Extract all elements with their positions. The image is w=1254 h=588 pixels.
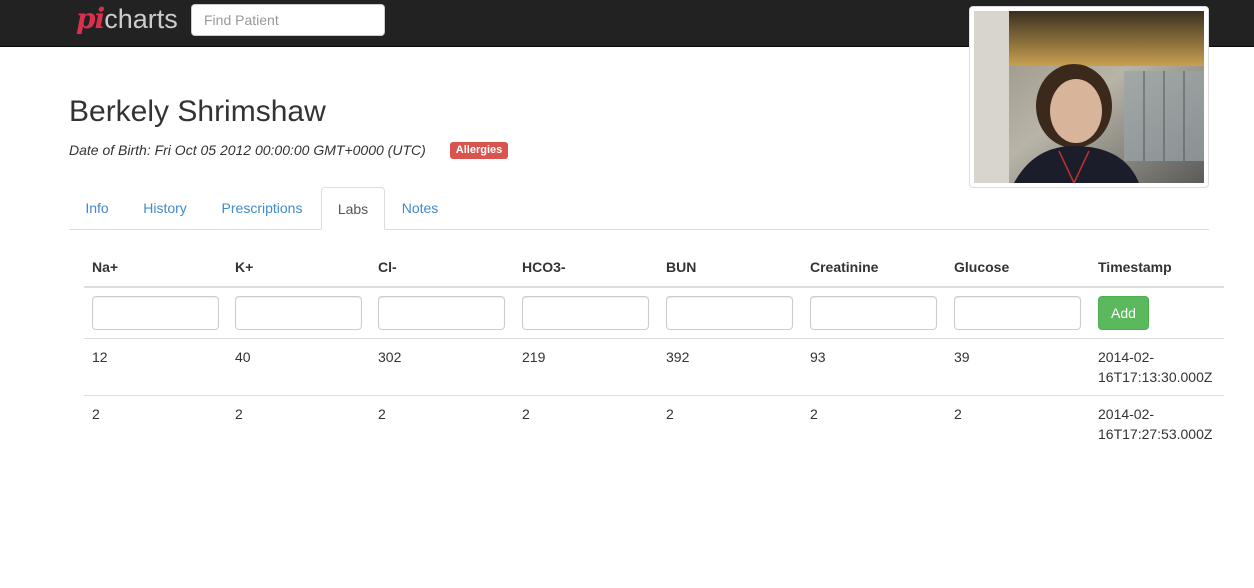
header-timestamp: Timestamp	[1090, 248, 1224, 288]
table-row: 12 40 302 219 392 93 39 2014-02- 16T17:13…	[84, 338, 1224, 396]
patient-photo-image	[974, 11, 1204, 183]
header-creatinine: Creatinine	[802, 248, 946, 288]
cell-hco3: 219	[514, 338, 658, 396]
cl-input[interactable]	[378, 296, 505, 330]
header-cl: Cl-	[370, 248, 514, 288]
patient-photo	[969, 6, 1209, 188]
glucose-input[interactable]	[954, 296, 1081, 330]
cell-creatinine: 2	[802, 395, 946, 452]
k-input[interactable]	[235, 296, 362, 330]
tab-labs[interactable]: Labs	[321, 187, 385, 230]
patient-tabs: Info History Prescriptions Labs Notes	[69, 187, 1209, 230]
cell-bun: 392	[658, 338, 802, 396]
table-row: 2 2 2 2 2 2 2 2014-02- 16T17:27:53.000Z	[84, 395, 1224, 452]
cell-cl: 302	[370, 338, 514, 396]
bun-input[interactable]	[666, 296, 793, 330]
cell-hco3: 2	[514, 395, 658, 452]
cell-cl: 2	[370, 395, 514, 452]
tab-prescriptions[interactable]: Prescriptions	[205, 187, 319, 229]
brand-prefix: pi	[76, 2, 105, 35]
brand-suffix: charts	[104, 4, 178, 34]
cell-na: 12	[84, 338, 227, 396]
labs-header-row: Na+ K+ Cl- HCO3- BUN Creatinine Glucose …	[84, 248, 1224, 288]
header-k: K+	[227, 248, 370, 288]
cell-glucose: 2	[946, 395, 1090, 452]
cell-timestamp: 2014-02- 16T17:27:53.000Z	[1090, 395, 1224, 452]
cell-k: 40	[227, 338, 370, 396]
tab-history[interactable]: History	[129, 187, 201, 229]
header-glucose: Glucose	[946, 248, 1090, 288]
cell-timestamp: 2014-02- 16T17:13:30.000Z	[1090, 338, 1224, 396]
labs-input-row: Add	[84, 287, 1224, 339]
find-patient-input[interactable]	[191, 4, 385, 36]
tab-notes[interactable]: Notes	[389, 187, 451, 229]
patient-dob: Date of Birth: Fri Oct 05 2012 00:00:00 …	[69, 142, 426, 158]
cell-bun: 2	[658, 395, 802, 452]
patient-name: Berkely Shrimshaw	[69, 95, 326, 128]
header-hco3: HCO3-	[514, 248, 658, 288]
cell-glucose: 39	[946, 338, 1090, 396]
na-input[interactable]	[92, 296, 219, 330]
add-lab-button[interactable]: Add	[1098, 296, 1149, 330]
cell-k: 2	[227, 395, 370, 452]
header-na: Na+	[84, 248, 227, 288]
cell-na: 2	[84, 395, 227, 452]
brand-logo[interactable]: pi charts	[76, 2, 178, 42]
hco3-input[interactable]	[522, 296, 649, 330]
creatinine-input[interactable]	[810, 296, 937, 330]
tab-info[interactable]: Info	[69, 187, 125, 229]
header-bun: BUN	[658, 248, 802, 288]
labs-table: Na+ K+ Cl- HCO3- BUN Creatinine Glucose …	[84, 248, 1224, 452]
cell-creatinine: 93	[802, 338, 946, 396]
allergies-badge[interactable]: Allergies	[450, 142, 508, 159]
